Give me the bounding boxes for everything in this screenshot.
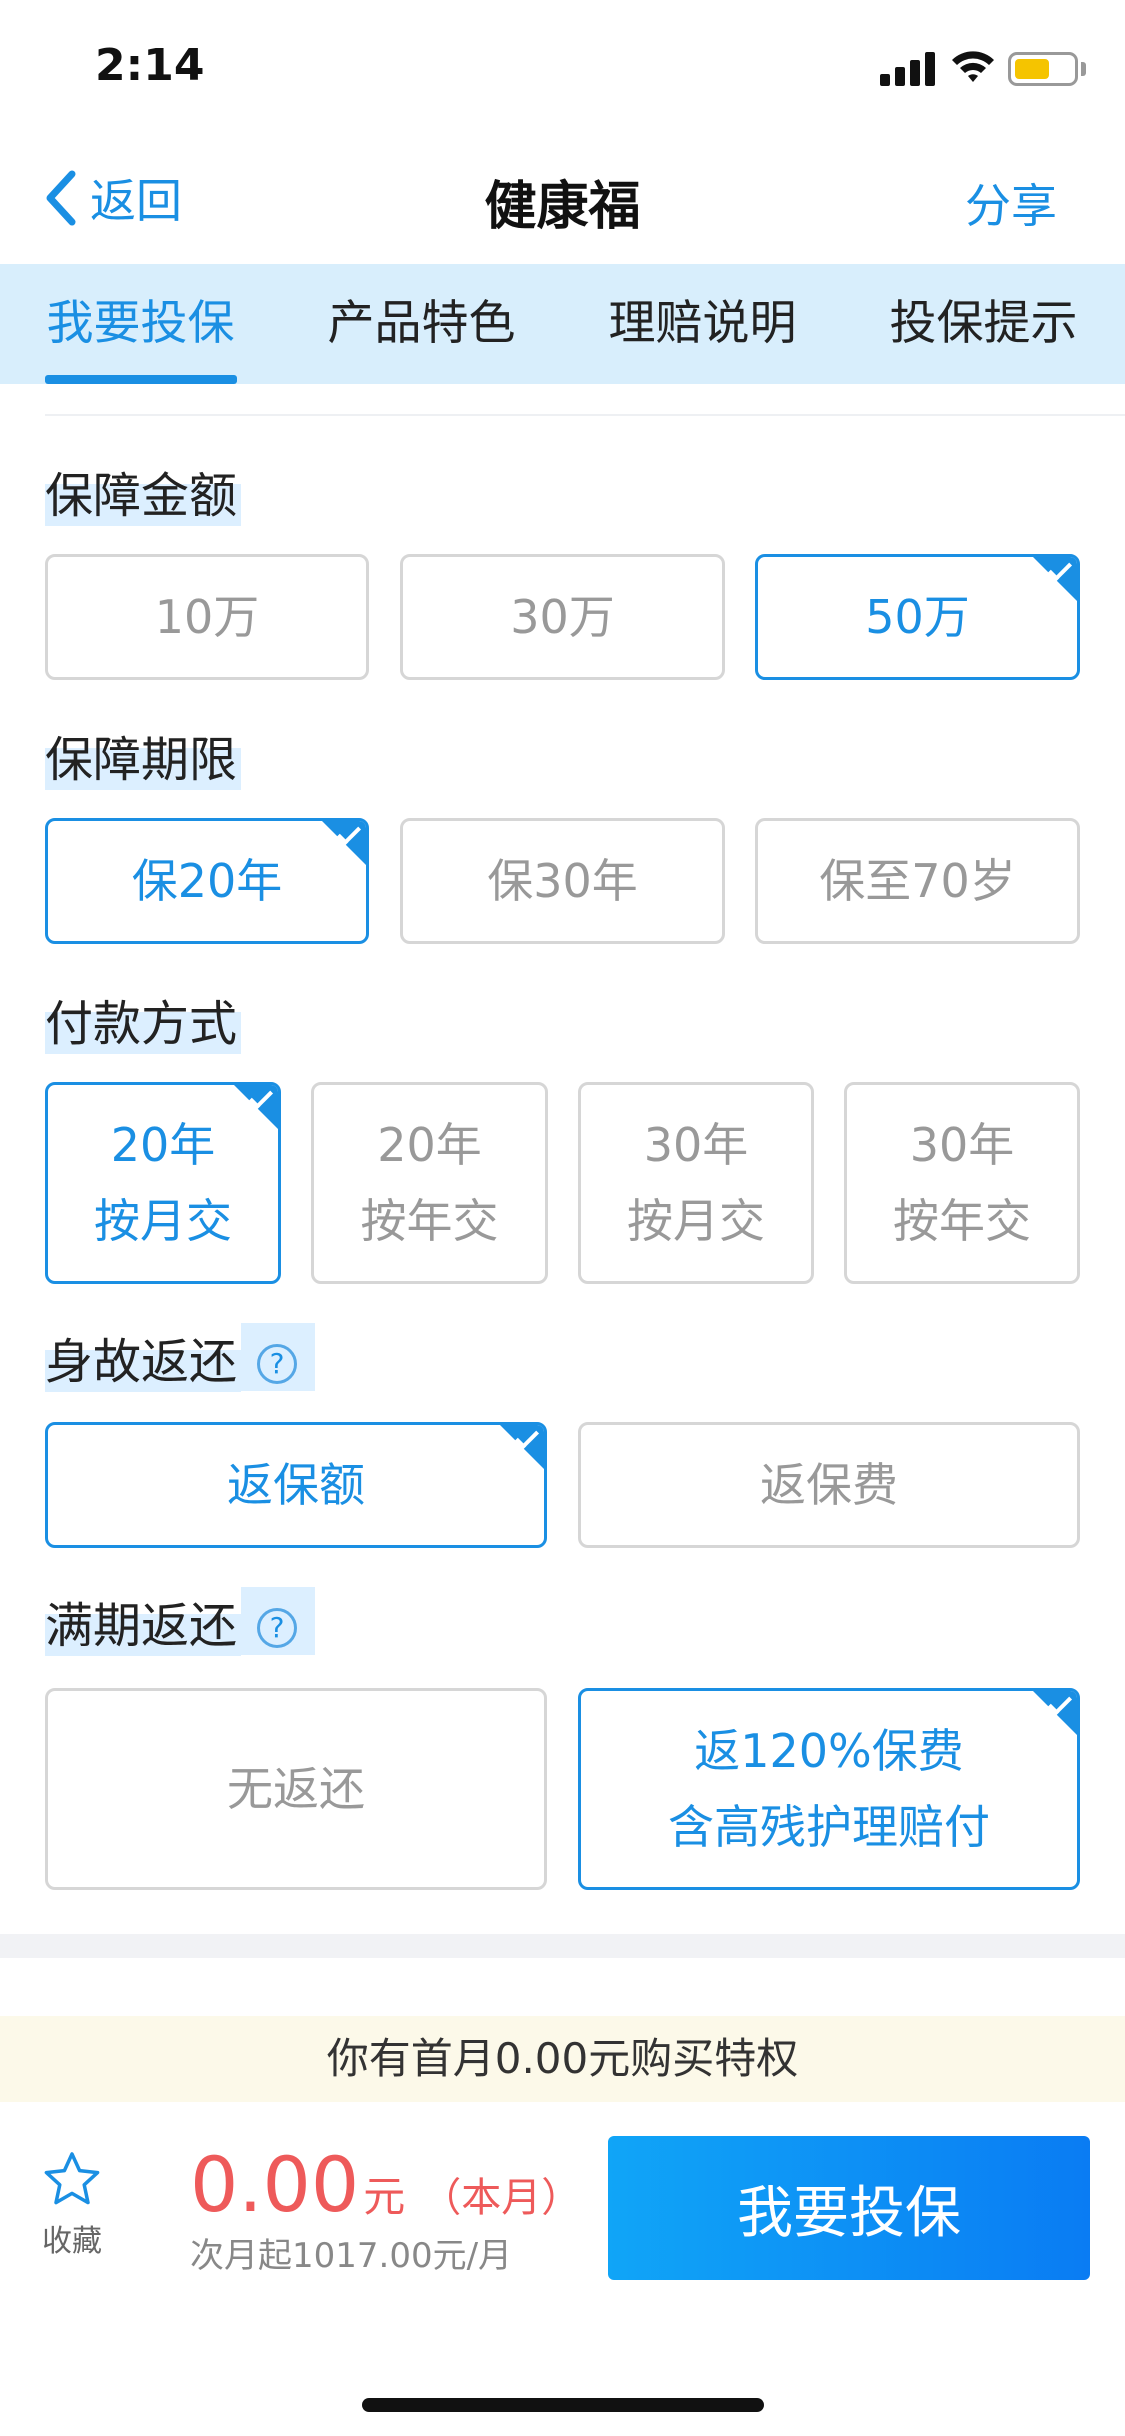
tab-label: 理赔说明 (608, 296, 797, 351)
tab-bar: 我要投保 产品特色 理赔说明 投保提示 (0, 264, 1125, 384)
section-label: 保障期限 (45, 720, 242, 790)
signal-icon (880, 52, 936, 86)
option-label: 10万 (154, 590, 260, 644)
option-amount-50[interactable]: 50万 (755, 554, 1080, 680)
option-label: 50万 (865, 590, 970, 644)
page-title: 健康福 (484, 177, 641, 237)
option-payment-20y-monthly[interactable]: 20年 按月交 (45, 1082, 281, 1284)
share-button[interactable]: 分享 (965, 170, 1057, 236)
option-line1: 20年 (377, 1118, 482, 1172)
option-line1: 30年 (909, 1118, 1015, 1172)
section-separator (0, 1934, 1125, 1958)
nav-bar: 返回 健康福 分享 (0, 132, 1125, 264)
promo-banner: 你有首月0.00元购买特权 (0, 2016, 1125, 2102)
tab-underline (45, 375, 237, 384)
star-icon (44, 2152, 100, 2205)
option-amount-30[interactable]: 30万 (400, 554, 725, 680)
tab-label: 投保提示 (889, 296, 1078, 351)
price-unit: 元 (363, 2172, 406, 2221)
option-line2: 按月交 (627, 1194, 765, 1248)
help-wrap: ? (241, 1323, 316, 1391)
option-label: 返保费 (760, 1458, 898, 1512)
help-icon[interactable]: ? (257, 1607, 298, 1648)
option-death-return-premium[interactable]: 返保费 (578, 1422, 1080, 1548)
help-wrap: ? (241, 1587, 316, 1655)
tab-label: 我要投保 (46, 296, 235, 351)
section-label: 满期返还 (45, 1586, 242, 1656)
option-maturity-none[interactable]: 无返还 (45, 1688, 547, 1890)
wifi-icon (952, 51, 994, 82)
option-period-20y[interactable]: 保20年 (45, 818, 369, 944)
favorite-label: 收藏 (42, 2224, 102, 2259)
section-title-coverage-amount: 保障金额 (45, 456, 242, 526)
option-line1: 返120%保费 (694, 1724, 964, 1778)
status-time: 2:14 (95, 40, 205, 91)
section-label: 付款方式 (45, 984, 242, 1054)
tab-notice[interactable]: 投保提示 (843, 264, 1124, 384)
option-payment-30y-monthly[interactable]: 30年 按月交 (578, 1082, 814, 1284)
option-line2: 含高残护理赔付 (668, 1800, 990, 1854)
option-period-30y[interactable]: 保30年 (400, 818, 725, 944)
option-line2: 按年交 (893, 1194, 1031, 1248)
tab-claims[interactable]: 理赔说明 (562, 264, 843, 384)
option-death-return-sum[interactable]: 返保额 (45, 1422, 547, 1548)
option-label: 保至70岁 (819, 854, 1016, 908)
divider (45, 414, 1125, 416)
option-label: 保30年 (487, 854, 638, 908)
tab-label: 产品特色 (327, 296, 516, 351)
tab-buy[interactable]: 我要投保 (0, 264, 281, 384)
option-label: 30万 (510, 590, 615, 644)
price-value: 0.00 (190, 2140, 360, 2229)
section-label: 身故返还 (45, 1322, 242, 1392)
buy-button[interactable]: 我要投保 (608, 2136, 1090, 2280)
section-title-death-return: 身故返还 ? (45, 1322, 316, 1392)
price: 0.00 元 （本月） (190, 2140, 581, 2229)
battery-icon (1008, 52, 1078, 86)
option-period-age70[interactable]: 保至70岁 (755, 818, 1080, 944)
option-maturity-120[interactable]: 返120%保费 含高残护理赔付 (578, 1688, 1080, 1890)
section-title-maturity-return: 满期返还 ? (45, 1586, 316, 1656)
battery-cap (1081, 62, 1086, 76)
option-line1: 20年 (110, 1118, 216, 1172)
option-line2: 按年交 (360, 1194, 499, 1248)
option-payment-20y-yearly[interactable]: 20年 按年交 (311, 1082, 548, 1284)
help-icon[interactable]: ? (257, 1343, 298, 1384)
home-indicator (362, 2398, 764, 2412)
tab-features[interactable]: 产品特色 (281, 264, 562, 384)
option-label: 无返还 (227, 1762, 365, 1816)
option-label: 返保额 (227, 1458, 365, 1512)
favorite-button[interactable]: 收藏 (36, 2150, 108, 2260)
status-bar: 2:14 (0, 0, 1125, 132)
price-subtext: 次月起1017.00元/月 (190, 2236, 513, 2276)
section-label: 保障金额 (45, 456, 242, 526)
option-amount-10[interactable]: 10万 (45, 554, 369, 680)
price-note: （本月） (421, 2175, 582, 2221)
option-payment-30y-yearly[interactable]: 30年 按年交 (844, 1082, 1080, 1284)
option-label: 保20年 (131, 854, 283, 908)
section-title-payment-method: 付款方式 (45, 984, 242, 1054)
section-title-coverage-period: 保障期限 (45, 720, 242, 790)
option-line1: 30年 (643, 1118, 749, 1172)
option-line2: 按月交 (94, 1194, 232, 1248)
